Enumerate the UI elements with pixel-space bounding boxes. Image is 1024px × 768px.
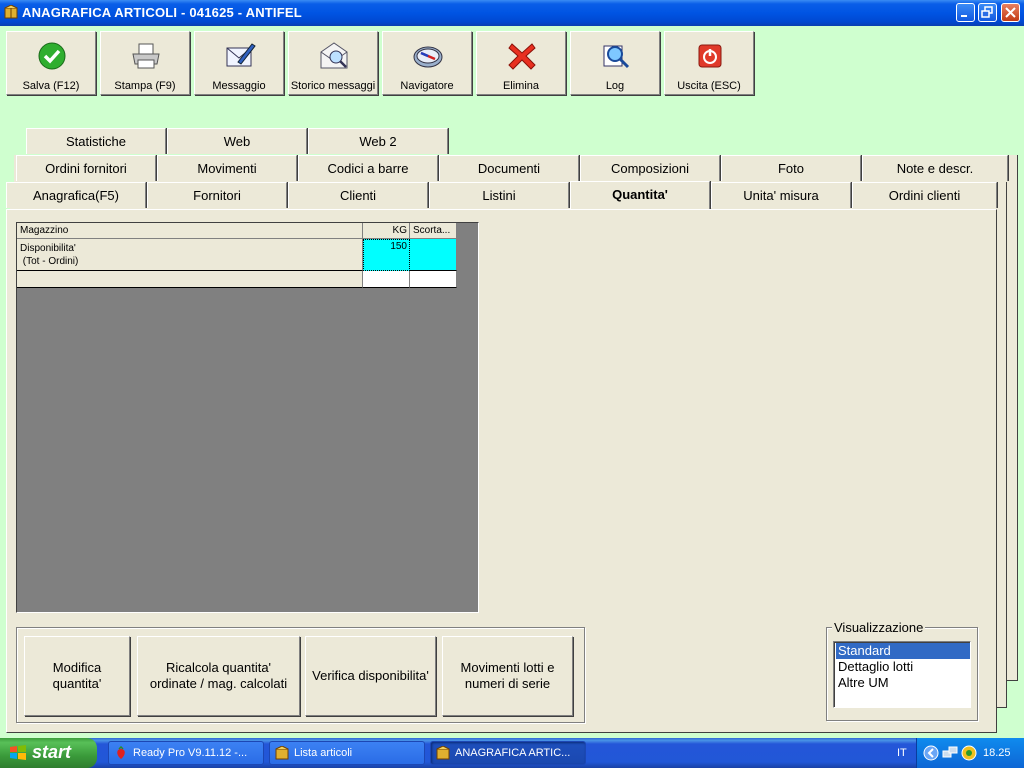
log-search-icon [603, 45, 630, 69]
package-icon [436, 746, 450, 760]
exit-label: Uscita (ESC) [677, 80, 741, 92]
message-history-label: Storico messaggi [290, 80, 376, 92]
package-icon [275, 746, 289, 760]
tab-web[interactable]: Web [167, 128, 307, 154]
restore-button[interactable] [978, 3, 997, 22]
log-label: Log [605, 80, 625, 92]
row-label-empty [17, 271, 363, 288]
check-icon [38, 42, 66, 70]
taskbar-item-label: Lista articoli [294, 747, 353, 759]
start-button[interactable]: start [0, 738, 97, 768]
message-history-button[interactable]: Storico messaggi [288, 31, 378, 95]
tab-codici-a-barre[interactable]: Codici a barre [298, 155, 438, 181]
cell-kg-empty[interactable] [363, 271, 410, 288]
tab-clienti[interactable]: Clienti [288, 182, 428, 208]
printer-icon [132, 43, 160, 69]
tab-documenti[interactable]: Documenti [439, 155, 579, 181]
restore-icon [981, 6, 993, 18]
header-kg[interactable]: KG [363, 223, 410, 239]
navigator-button[interactable]: Navigatore [382, 31, 472, 95]
clock: 18.25 [983, 747, 1011, 759]
tab-quantita[interactable]: Quantita' [570, 181, 710, 209]
windows-flag-icon [10, 745, 26, 760]
save-label: Salva (F12) [22, 80, 80, 92]
print-label: Stampa (F9) [114, 80, 176, 92]
tab-foto[interactable]: Foto [721, 155, 861, 181]
row-label-line1: Disponibilita' [20, 243, 76, 254]
tab-ordini-clienti[interactable]: Ordini clienti [852, 182, 997, 208]
taskbar: start Ready Pro V9.11.12 -... Lista arti… [0, 738, 1024, 768]
tab-composizioni[interactable]: Composizioni [580, 155, 720, 181]
cell-scorta-empty[interactable] [410, 271, 457, 288]
tray-arrow-icon[interactable] [923, 745, 939, 761]
tab-unita-misura[interactable]: Unita' misura [711, 182, 851, 208]
system-tray: 18.25 [916, 738, 1024, 768]
tab-anagrafica[interactable]: Anagrafica(F5) [6, 182, 146, 208]
start-label: start [32, 742, 72, 762]
header-magazzino[interactable]: Magazzino [17, 223, 363, 239]
taskbar-item-label: ANAGRAFICA ARTIC... [455, 747, 571, 759]
visualizzazione-label: Visualizzazione [832, 620, 926, 635]
app-package-icon [4, 5, 18, 19]
option-standard[interactable]: Standard [836, 643, 970, 659]
log-button[interactable]: Log [570, 31, 660, 95]
navigator-label: Navigatore [400, 80, 454, 92]
quantity-grid[interactable]: Magazzino KG Scorta... Disponibilita' (T… [16, 222, 479, 613]
window-title: ANAGRAFICA ARTICOLI - 041625 - ANTIFEL [22, 5, 302, 20]
title-bar: ANAGRAFICA ARTICOLI - 041625 - ANTIFEL [0, 0, 1024, 26]
message-search-icon [320, 42, 348, 69]
taskbar-item-lista-articoli[interactable]: Lista articoli [269, 741, 425, 765]
close-icon [1005, 7, 1016, 18]
ricalcola-quantita-button[interactable]: Ricalcola quantita' ordinate / mag. calc… [137, 636, 300, 716]
delete-button[interactable]: Elimina [476, 31, 566, 95]
delete-x-icon [508, 43, 536, 70]
tab-statistiche[interactable]: Statistiche [26, 128, 166, 154]
header-scorta[interactable]: Scorta... [410, 223, 457, 239]
visualizzazione-listbox[interactable]: Standard Dettaglio lotti Altre UM [833, 641, 971, 708]
delete-label: Elimina [502, 80, 540, 92]
minimize-button[interactable] [956, 3, 975, 22]
tab-ordini-fornitori[interactable]: Ordini fornitori [16, 155, 156, 181]
strawberry-icon [117, 746, 125, 759]
modifica-quantita-button[interactable]: Modifica quantita' [24, 636, 130, 716]
minimize-icon [961, 15, 967, 17]
language-indicator[interactable]: IT [897, 747, 907, 759]
row-label-line2: (Tot - Ordini) [20, 256, 79, 267]
network-icon[interactable] [942, 745, 958, 761]
save-button[interactable]: Salva (F12) [6, 31, 96, 95]
tab-fornitori[interactable]: Fornitori [147, 182, 287, 208]
print-button[interactable]: Stampa (F9) [100, 31, 190, 95]
tab-web-2[interactable]: Web 2 [308, 128, 448, 154]
compass-icon [413, 46, 443, 68]
cell-kg-value[interactable]: 150 [363, 239, 410, 271]
option-dettaglio-lotti[interactable]: Dettaglio lotti [836, 659, 970, 675]
tab-movimenti[interactable]: Movimenti [157, 155, 297, 181]
row-label-disponibilita: Disponibilita' (Tot - Ordini) [17, 239, 363, 271]
message-label: Messaggio [212, 80, 266, 92]
exit-button[interactable]: Uscita (ESC) [664, 31, 754, 95]
movimenti-lotti-button[interactable]: Movimenti lotti e numeri di serie [442, 636, 573, 716]
taskbar-item-anagrafica[interactable]: ANAGRAFICA ARTIC... [430, 741, 586, 765]
message-pen-icon [226, 43, 256, 67]
cell-scorta-value[interactable] [410, 239, 457, 271]
security-icon[interactable] [961, 745, 977, 761]
power-icon [698, 44, 722, 68]
message-button[interactable]: Messaggio [194, 31, 284, 95]
verifica-disponibilita-button[interactable]: Verifica disponibilita' [305, 636, 436, 716]
taskbar-item-label: Ready Pro V9.11.12 -... [133, 747, 248, 759]
close-button[interactable] [1001, 3, 1020, 22]
toolbar: Salva (F12) Stampa (F9) Messaggio Storic… [6, 31, 754, 95]
tab-note-e-descr[interactable]: Note e descr. [862, 155, 1008, 181]
tab-listini[interactable]: Listini [429, 182, 569, 208]
taskbar-item-ready-pro[interactable]: Ready Pro V9.11.12 -... [108, 741, 264, 765]
option-altre-um[interactable]: Altre UM [836, 675, 970, 691]
